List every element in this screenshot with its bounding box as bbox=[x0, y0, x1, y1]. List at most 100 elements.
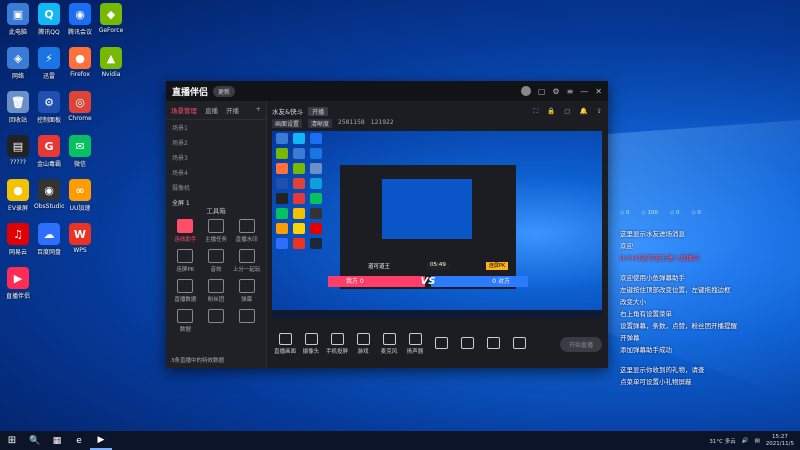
danmaku-stat: ◇ 0 bbox=[669, 210, 680, 216]
preview-icon bbox=[276, 178, 288, 189]
desktop-icon[interactable]: 🗑 回收站 bbox=[3, 91, 33, 124]
tool-item[interactable]: 连屏PK bbox=[170, 249, 201, 273]
danmaku-overlay[interactable]: ◇ 0 ◇ 100 ◇ 0 ◇ 0 这里显示水友进场消息 欢迎 [LV44]道可道王进入直… bbox=[620, 210, 795, 390]
add-tab-button[interactable]: + bbox=[256, 105, 261, 115]
tool-item[interactable]: 音效 bbox=[201, 249, 232, 273]
pk-header: 道可道王 05:49 连屏PK bbox=[368, 262, 509, 270]
tool-item[interactable]: 直播数据 bbox=[170, 279, 201, 303]
desktop-icon[interactable]: ⚙ 控制面板 bbox=[34, 91, 64, 124]
tool-item[interactable]: 连线助手 bbox=[170, 219, 201, 243]
tool-item[interactable] bbox=[231, 309, 262, 333]
update-badge[interactable]: 更新 bbox=[213, 85, 236, 97]
app-icon: ✉ bbox=[69, 135, 91, 157]
volume-icon[interactable]: 🔊 bbox=[742, 438, 749, 444]
desktop-icon[interactable]: ◈ 网络 bbox=[3, 47, 33, 80]
tool-item[interactable]: 数据 bbox=[170, 309, 201, 333]
tool-icon bbox=[177, 219, 194, 233]
desktop-icon[interactable]: ▶ 直播伴侣 bbox=[3, 267, 33, 300]
desktop-icon[interactable]: ☁ 百度网盘 bbox=[34, 223, 64, 256]
picture-settings-chip[interactable]: 画面设置 bbox=[272, 119, 303, 128]
desktop-icon[interactable]: ▣ 此电脑 bbox=[3, 3, 33, 36]
desktop-icon[interactable]: Q 腾讯QQ bbox=[34, 3, 64, 36]
scene-item[interactable]: 场景4 bbox=[166, 165, 266, 180]
chat-line: [LV44]道可道王进入直播间 bbox=[620, 254, 700, 262]
tool-item[interactable]: 上分一起玩 bbox=[231, 249, 262, 273]
chat-line: 欢迎使用小鱼弹幕助手 bbox=[620, 274, 685, 282]
control-button[interactable] bbox=[428, 337, 454, 351]
avatar-icon[interactable] bbox=[520, 86, 531, 96]
desktop-icon[interactable]: ✉ 微信 bbox=[65, 135, 95, 168]
tool-icon bbox=[238, 249, 255, 263]
desktop-icon-label: ????? bbox=[10, 159, 26, 166]
clock[interactable]: 15:27 2021/11/5 bbox=[766, 434, 794, 448]
scene-item[interactable]: 摄像机 bbox=[166, 180, 266, 195]
tool-item[interactable]: 直播水印 bbox=[231, 219, 262, 243]
control-button[interactable]: 扬声器 bbox=[402, 333, 428, 355]
scene-item[interactable]: 场景3 bbox=[166, 150, 266, 165]
menu-icon[interactable]: ≡ bbox=[567, 87, 574, 96]
quality-chip[interactable]: 清晰度 bbox=[308, 119, 333, 128]
control-button[interactable]: 摄像头 bbox=[298, 333, 324, 355]
scene-item[interactable]: 场景2 bbox=[166, 135, 266, 150]
desktop-icon[interactable]: ⚡ 迅雷 bbox=[34, 47, 64, 80]
tab-start[interactable]: 开播 bbox=[226, 105, 239, 115]
control-button[interactable]: 手机投屏 bbox=[324, 333, 350, 355]
bell-icon[interactable]: 🔔 bbox=[579, 107, 587, 116]
chat-line: 点菜单可设置小礼物屏蔽 bbox=[620, 378, 692, 386]
search-icon[interactable]: 🔍 bbox=[24, 431, 46, 450]
control-button[interactable]: 直播画面 bbox=[272, 333, 298, 355]
lock-icon[interactable]: 🔒 bbox=[547, 107, 555, 116]
tool-icon bbox=[177, 249, 194, 263]
start-icon[interactable]: ⊞ bbox=[0, 435, 24, 446]
control-button[interactable]: 游戏 bbox=[350, 333, 376, 355]
window-icon[interactable]: ▢ bbox=[564, 107, 570, 116]
control-button[interactable] bbox=[480, 337, 506, 351]
minimize-icon[interactable]: — bbox=[580, 87, 588, 96]
desktop-icon[interactable]: ● EV录屏 bbox=[3, 179, 33, 212]
weather-text[interactable]: 31°C 多云 bbox=[709, 437, 735, 445]
nested-preview-screen bbox=[382, 179, 472, 239]
control-button[interactable] bbox=[506, 337, 532, 351]
desktop-icon[interactable]: ◉ ObsStudio bbox=[34, 179, 64, 210]
control-icon bbox=[278, 333, 292, 345]
desktop-icon[interactable]: ▲ Nvidia bbox=[96, 47, 126, 78]
preview-icon bbox=[276, 148, 288, 159]
control-button[interactable]: 麦克风 bbox=[376, 333, 402, 355]
tool-item[interactable] bbox=[201, 309, 232, 333]
fullscreen-icon[interactable]: ⛶ bbox=[534, 107, 539, 116]
tool-item[interactable]: 粉丝团 bbox=[201, 279, 232, 303]
desktop-icon[interactable]: ∞ UU加速 bbox=[65, 179, 95, 212]
preview-icon bbox=[310, 208, 322, 219]
desktop-icon[interactable]: ● Firefox bbox=[65, 47, 95, 78]
preview-icon bbox=[276, 238, 288, 249]
pk-left-score: 我方 0 bbox=[328, 275, 425, 287]
tool-item[interactable]: 弹幕 bbox=[231, 279, 262, 303]
close-icon[interactable]: ✕ bbox=[595, 87, 602, 96]
effects-footer[interactable]: 3条直播中的特效数据 bbox=[171, 356, 224, 364]
chat-icon[interactable]: ▢ bbox=[538, 87, 546, 96]
desktop-icon[interactable]: ♫ 网易云 bbox=[3, 223, 33, 256]
desktop-icon[interactable]: ◉ 腾讯会议 bbox=[65, 3, 95, 36]
preview-icon bbox=[276, 133, 288, 144]
preview-icon bbox=[293, 238, 305, 249]
desktop-icon[interactable]: ◎ Chrome bbox=[65, 91, 95, 122]
start-live-button[interactable]: 开始直播 bbox=[559, 336, 602, 352]
settings-icon[interactable]: ⚙ bbox=[552, 87, 559, 96]
desktop-icon[interactable]: W WPS bbox=[65, 223, 95, 254]
share-icon[interactable]: ⇪ bbox=[597, 107, 602, 116]
network-icon[interactable]: ▤ bbox=[755, 438, 760, 444]
control-button[interactable] bbox=[454, 337, 480, 351]
desktop-icon-label: 百度网盘 bbox=[36, 249, 61, 256]
tool-item[interactable]: 主播任务 bbox=[201, 219, 232, 243]
desktop-icon[interactable]: G 金山毒霸 bbox=[34, 135, 64, 168]
stream-tag[interactable]: 开播 bbox=[308, 106, 329, 116]
live-companion-taskbar-icon[interactable]: ▶ bbox=[90, 431, 112, 450]
desktop-icon[interactable]: ◆ GeForce bbox=[96, 3, 126, 34]
scene-item[interactable]: 场景1 bbox=[166, 120, 266, 135]
tab-scene[interactable]: 场景管理 bbox=[171, 105, 197, 115]
tab-live[interactable]: 直播 bbox=[205, 105, 218, 115]
stream-preview[interactable]: 道可道王 05:49 连屏PK 我方 0 VS 0 对方 bbox=[272, 131, 602, 318]
edge-taskbar-icon[interactable]: e bbox=[68, 431, 90, 450]
task-view-icon[interactable]: ▦ bbox=[46, 431, 68, 450]
desktop-icon[interactable]: ▤????? bbox=[3, 135, 33, 166]
